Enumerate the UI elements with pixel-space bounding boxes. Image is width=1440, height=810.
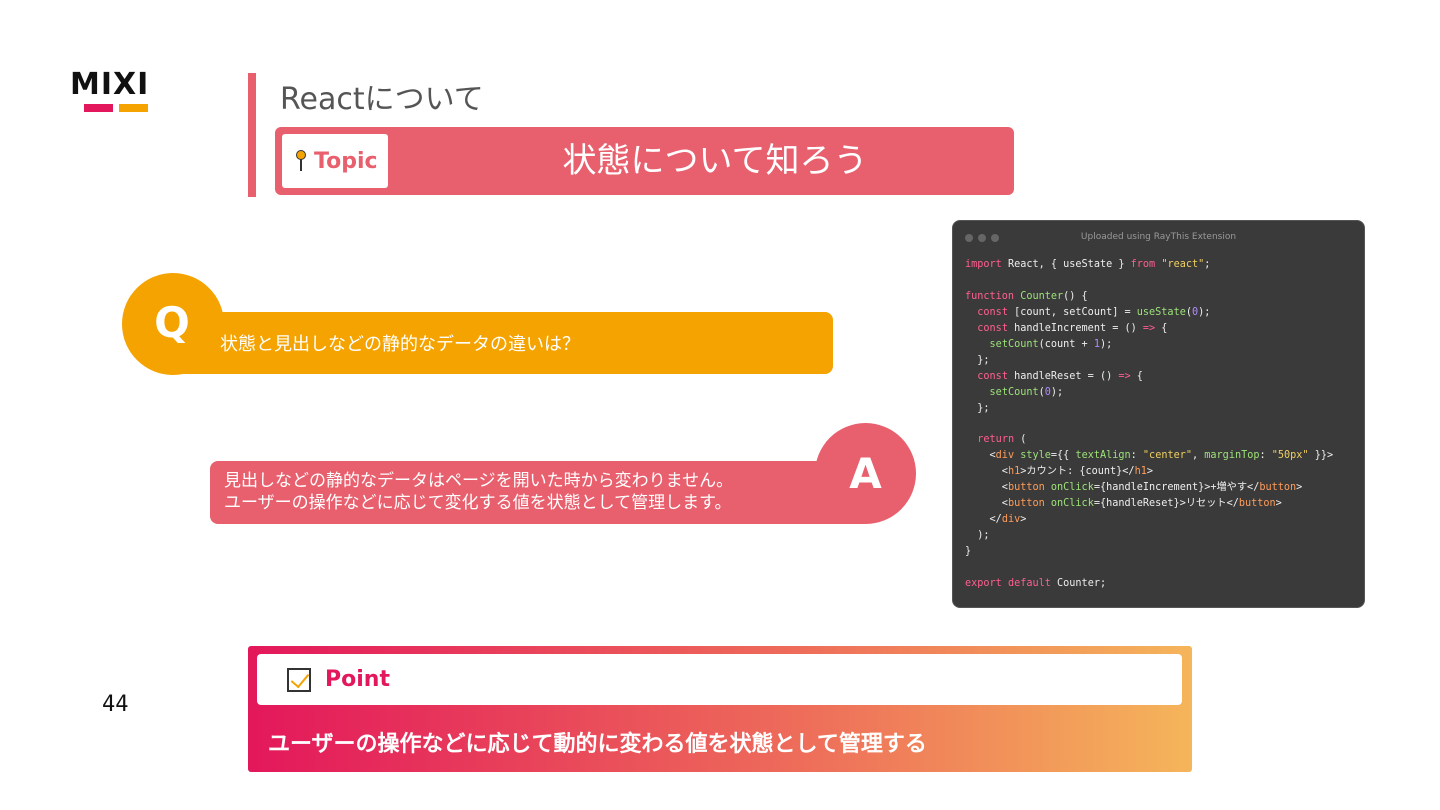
code-line: };	[965, 354, 990, 366]
code-line: <div style={{ textAlign: "center", margi…	[965, 450, 1334, 462]
code-line: setCount(0);	[989, 386, 1064, 398]
code-line: return (	[977, 434, 1027, 446]
topic-tag-label: Topic	[314, 148, 378, 174]
answer-badge: A	[815, 423, 916, 524]
code-line: setCount(count + 1);	[989, 338, 1113, 350]
answer-text: 見出しなどの静的なデータはページを開いた時から変わりません。 ユーザーの操作など…	[224, 470, 733, 514]
code-line: function Counter() {	[965, 290, 1088, 302]
code-line: </div>	[965, 514, 1027, 526]
header-accent-bar	[248, 73, 256, 197]
code-line: import React, { useState } from "react";	[965, 259, 1211, 270]
topic-title: 状態について知ろう	[562, 141, 868, 181]
code-line: const [count, setCount] = useState(0);	[977, 306, 1211, 318]
code-line: <button onClick={handleReset}>リセット</butt…	[965, 498, 1282, 510]
topic-tag: Topic	[282, 134, 388, 188]
code-screenshot-window: Uploaded using RayThis Extension import …	[952, 220, 1365, 608]
code-block: import React, { useState } from "react";…	[953, 255, 1364, 594]
code-window-caption: Uploaded using RayThis Extension	[1080, 232, 1237, 242]
logo-bar-pink	[84, 104, 113, 112]
code-line: <button onClick={handleIncrement}>+増やす</…	[965, 482, 1303, 494]
point-header: Point	[257, 654, 1182, 705]
question-text: 状態と見出しなどの静的なデータの違いは？	[220, 334, 580, 355]
answer-letter: A	[849, 449, 882, 498]
code-line: const handleReset = () => {	[977, 370, 1143, 382]
code-line: };	[965, 402, 990, 414]
logo-text: MIXI	[70, 67, 150, 102]
code-line: export default Counter;	[965, 578, 1107, 590]
code-line: );	[965, 530, 990, 542]
answer-line-2: ユーザーの操作などに応じて変化する値を状態として管理します。	[224, 493, 732, 513]
mixi-logo: MIXI	[70, 70, 162, 116]
answer-line-1: 見出しなどの静的なデータはページを開いた時から変わりません。	[224, 471, 734, 491]
checkbox-icon	[287, 667, 311, 692]
page-title: Reactについて	[280, 82, 484, 117]
question-badge: Q	[122, 273, 224, 375]
logo-bars	[84, 104, 162, 112]
page-number: 44	[102, 692, 129, 717]
point-label: Point	[325, 667, 390, 692]
code-line: }	[965, 546, 972, 558]
logo-bar-orange	[119, 104, 148, 112]
code-line: const handleIncrement = () => {	[977, 322, 1168, 334]
topic-banner: Topic 状態について知ろう	[275, 127, 1014, 195]
pin-icon	[296, 150, 306, 172]
code-line: <h1>カウント: {count}</h1>	[965, 466, 1153, 478]
question-letter: Q	[154, 298, 190, 347]
code-window-titlebar: Uploaded using RayThis Extension	[953, 221, 1364, 255]
point-text: ユーザーの操作などに応じて動的に変わる値を状態として管理する	[268, 732, 927, 757]
point-panel: Point ユーザーの操作などに応じて動的に変わる値を状態として管理する	[248, 646, 1192, 772]
